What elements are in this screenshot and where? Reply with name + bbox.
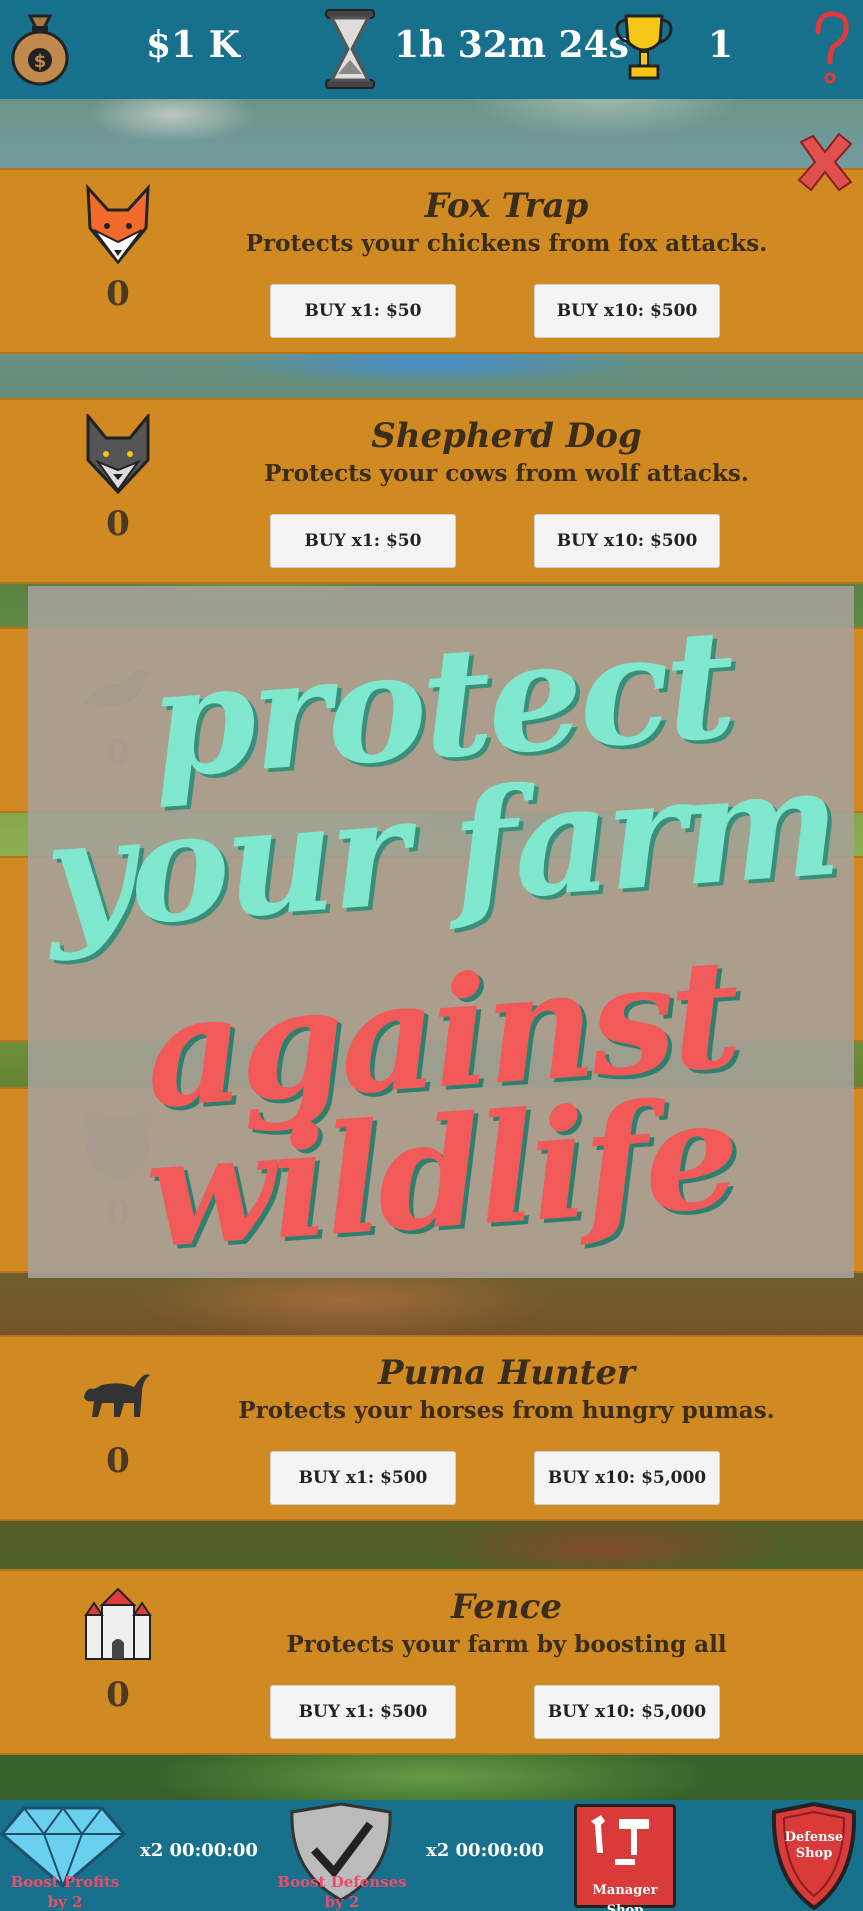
trophy-icon xyxy=(615,14,673,80)
boost-profits-label: Boost Profits by 2 xyxy=(10,1873,120,1911)
svg-text:$: $ xyxy=(34,51,47,72)
defense-shop-label: Defense Shop xyxy=(784,1830,844,1861)
defense-card-fence: 0 Fence Protects your farm by boosting a… xyxy=(0,1569,863,1755)
wolf-icon xyxy=(86,414,150,494)
toolbox-icon xyxy=(591,1815,649,1865)
buy-x1-button[interactable]: BUY x1: $50 xyxy=(270,514,456,568)
money-bag-icon: $ xyxy=(11,14,69,86)
card-title: Fence xyxy=(451,1587,562,1627)
buy-x10-button[interactable]: BUY x10: $5,000 xyxy=(534,1451,720,1505)
countdown-timer: 1h 32m 24s xyxy=(394,24,629,66)
castle-icon xyxy=(84,1587,152,1660)
hourglass-icon xyxy=(325,9,375,89)
defense-shop-button[interactable]: Defense Shop xyxy=(770,1802,858,1910)
boost-defenses-label: Boost Defenses by 2 xyxy=(277,1873,407,1911)
defense-card-shepherd-dog: 0 Shepherd Dog Protects your cows from w… xyxy=(0,398,863,584)
boost-profits-timer: x2 00:00:00 xyxy=(140,1840,258,1861)
puma-icon xyxy=(84,1374,150,1417)
card-description: Protects your chickens from fox attacks. xyxy=(245,230,768,257)
defense-card-puma-hunter: 0 Puma Hunter Protects your horses from … xyxy=(0,1335,863,1521)
buy-x1-button[interactable]: BUY x1: $50 xyxy=(270,284,456,338)
buy-x10-button[interactable]: BUY x10: $500 xyxy=(534,514,720,568)
trophy-count: 1 xyxy=(708,24,734,66)
card-title: Shepherd Dog xyxy=(371,416,642,456)
boost-defenses-button[interactable]: Boost Defenses by 2 xyxy=(272,1800,412,1911)
bottom-bar: Boost Profits by 2 x2 00:00:00 Boost Def… xyxy=(0,1800,863,1911)
manager-shop-button[interactable]: Manager Shop xyxy=(574,1804,676,1911)
close-icon[interactable] xyxy=(793,130,857,194)
owned-count: 0 xyxy=(106,1441,130,1481)
buy-x10-button[interactable]: BUY x10: $500 xyxy=(534,284,720,338)
card-title: Fox Trap xyxy=(424,186,589,226)
owned-count: 0 xyxy=(106,504,130,544)
card-description: Protects your horses from hungry pumas. xyxy=(238,1397,775,1424)
buy-x1-button[interactable]: BUY x1: $500 xyxy=(270,1685,456,1739)
buy-x10-button[interactable]: BUY x10: $5,000 xyxy=(534,1685,720,1739)
owned-count: 0 xyxy=(106,1675,130,1715)
buy-x1-button[interactable]: BUY x1: $500 xyxy=(270,1451,456,1505)
boost-profits-button[interactable]: Boost Profits by 2 xyxy=(0,1800,130,1911)
defense-card-fox-trap: 0 Fox Trap Protects your chickens from f… xyxy=(0,168,863,354)
boost-defenses-timer: x2 00:00:00 xyxy=(426,1840,544,1861)
manager-shop-label: Manager Shop xyxy=(592,1883,658,1911)
card-description: Protects your farm by boosting all xyxy=(286,1631,727,1658)
card-description: Protects your cows from wolf attacks. xyxy=(264,460,749,487)
fox-icon xyxy=(86,184,150,264)
top-bar: $ $1 K 1h 32m 24s 1 xyxy=(0,0,863,99)
help-icon[interactable] xyxy=(812,10,852,86)
promo-overlay: protect your farm against wildlife xyxy=(28,586,854,1278)
card-title: Puma Hunter xyxy=(378,1353,635,1393)
money-value: $1 K xyxy=(146,24,240,66)
owned-count: 0 xyxy=(106,274,130,314)
